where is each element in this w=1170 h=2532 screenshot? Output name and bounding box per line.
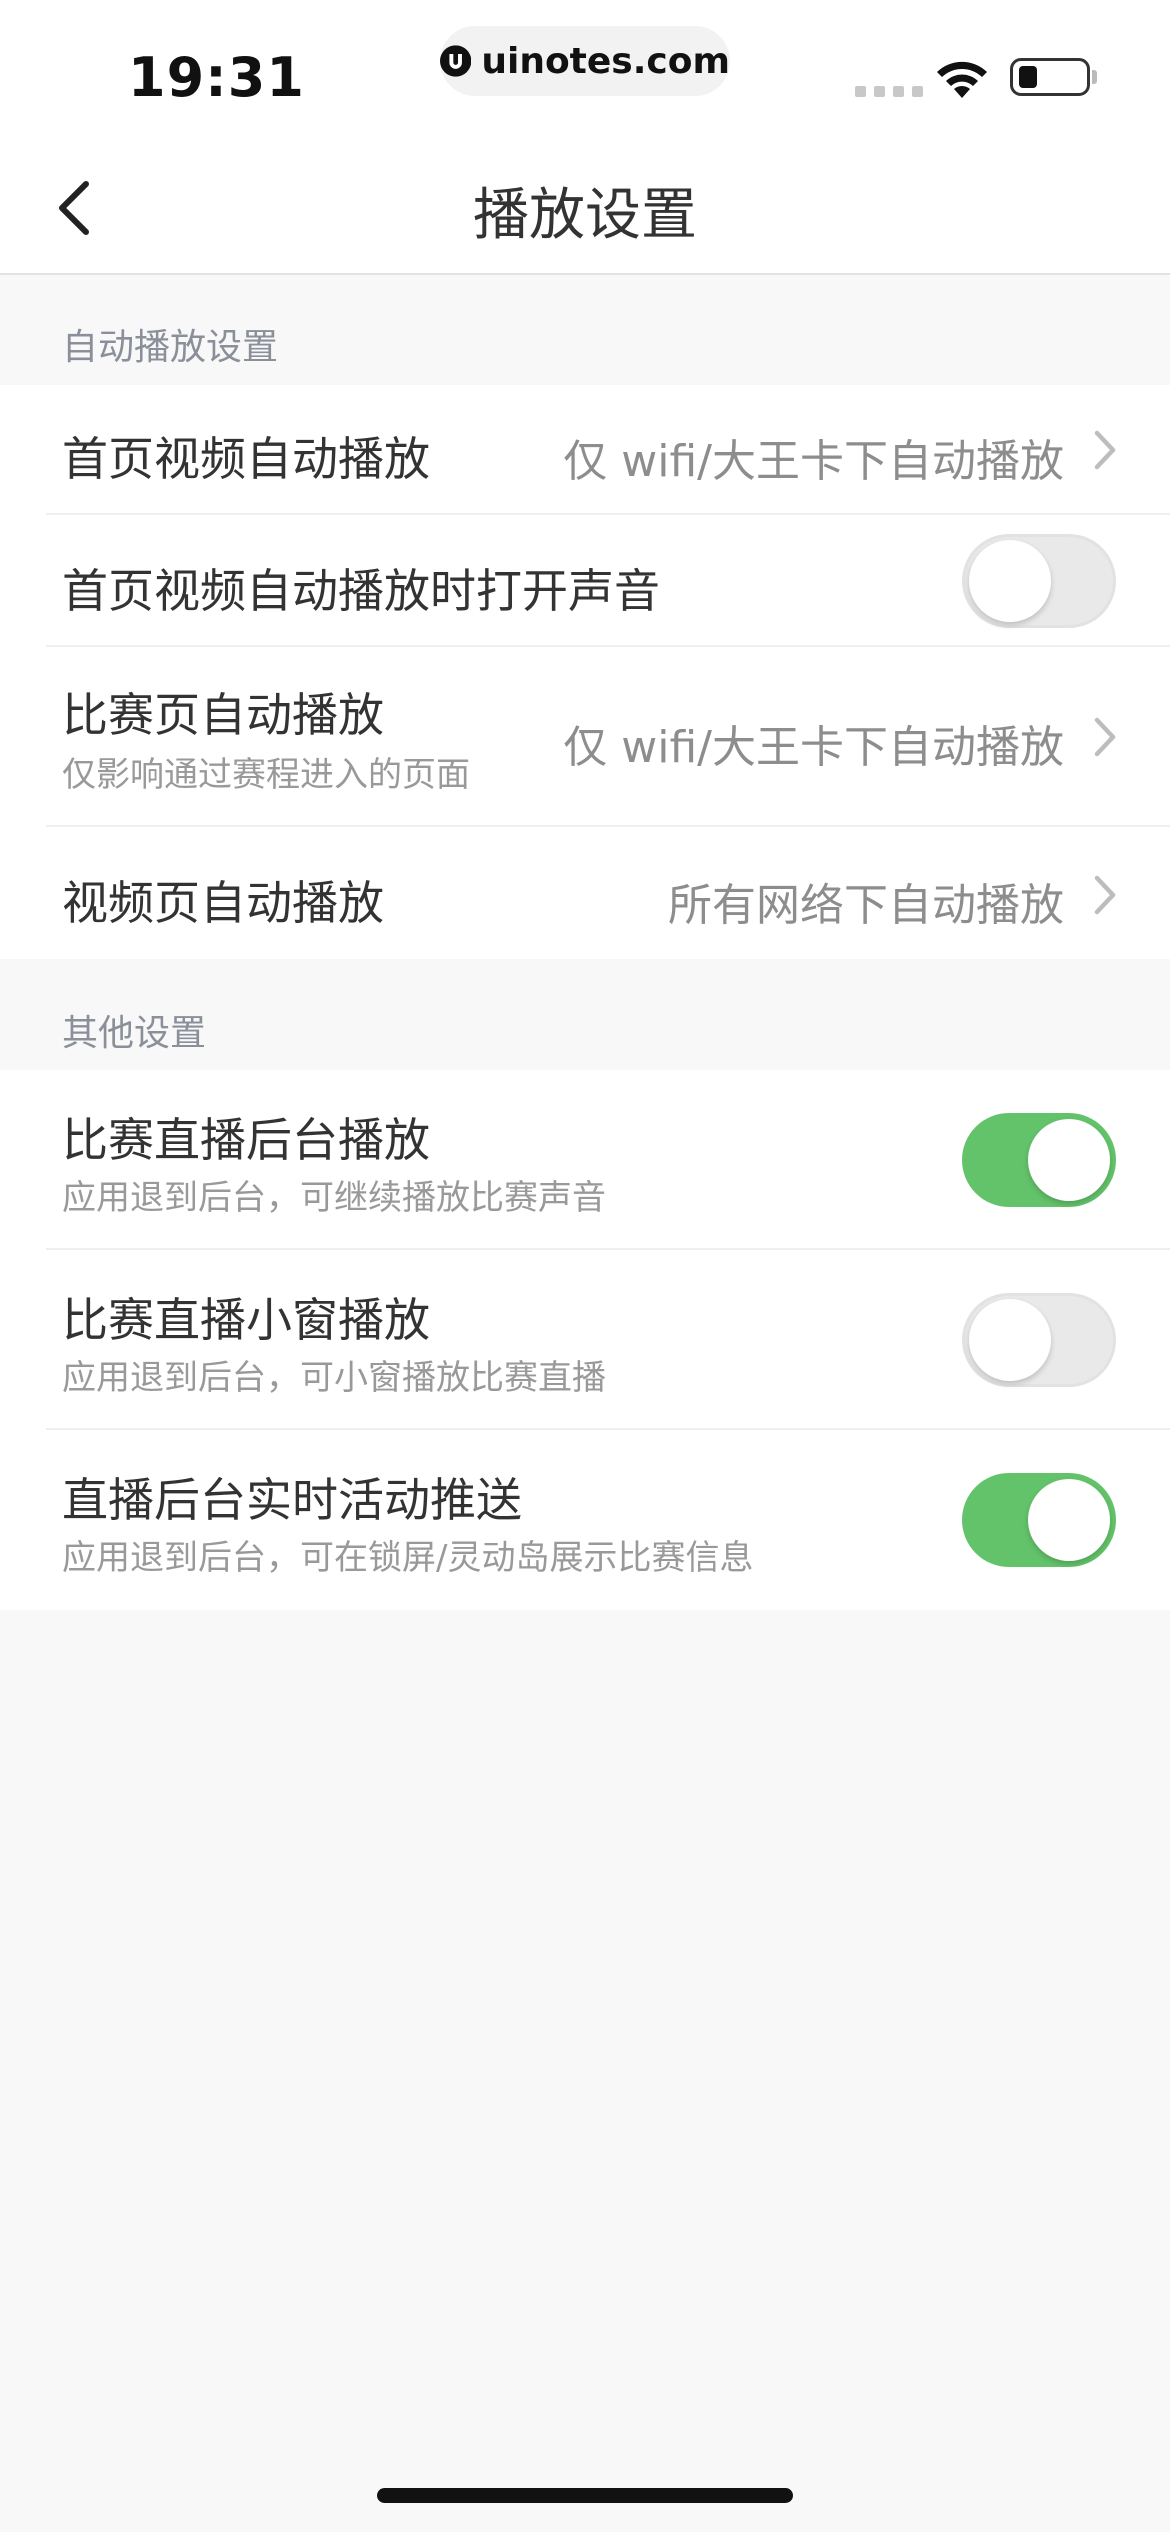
- row-title: 首页视频自动播放时打开声音: [62, 564, 660, 618]
- chevron-right-icon: [1094, 430, 1116, 470]
- uinotes-logo-icon: [440, 45, 472, 77]
- background-play-toggle[interactable]: [962, 1113, 1116, 1207]
- setting-row-live-pip-play: 比赛直播小窗播放 应用退到后台，可小窗播放比赛直播: [0, 1250, 1170, 1430]
- url-text: uinotes.com: [481, 40, 730, 82]
- row-title: 首页视频自动播放: [62, 432, 430, 486]
- row-value: 仅 wifi/大王卡下自动播放: [563, 436, 1064, 487]
- page-title: 播放设置: [473, 183, 697, 248]
- home-indicator[interactable]: [377, 2488, 793, 2503]
- section-header-other: 其他设置: [62, 1013, 207, 1054]
- wifi-icon: [937, 61, 987, 98]
- url-pill[interactable]: uinotes.com: [440, 26, 730, 96]
- row-value: 所有网络下自动播放: [668, 880, 1064, 931]
- chevron-right-icon: [1094, 717, 1116, 757]
- status-bar: 19:31 uinotes.com: [0, 0, 1170, 140]
- battery-icon: [1010, 58, 1090, 96]
- setting-row-home-video-autoplay[interactable]: 首页视频自动播放 仅 wifi/大王卡下自动播放: [0, 385, 1170, 515]
- setting-row-live-activity-push: 直播后台实时活动推送 应用退到后台，可在锁屏/灵动岛展示比赛信息: [0, 1430, 1170, 1610]
- nav-bar: 播放设置: [0, 140, 1170, 275]
- row-value: 仅 wifi/大王卡下自动播放: [563, 722, 1064, 773]
- setting-row-home-video-sound: 首页视频自动播放时打开声音: [0, 515, 1170, 647]
- chevron-right-icon: [1094, 875, 1116, 915]
- status-time: 19:31: [128, 46, 305, 109]
- setting-row-match-page-autoplay[interactable]: 比赛页自动播放 仅影响通过赛程进入的页面 仅 wifi/大王卡下自动播放: [0, 647, 1170, 827]
- row-title: 比赛页自动播放: [62, 688, 384, 742]
- row-title: 视频页自动播放: [62, 876, 384, 930]
- live-activity-toggle[interactable]: [962, 1473, 1116, 1567]
- row-subtitle: 应用退到后台，可在锁屏/灵动岛展示比赛信息: [62, 1538, 754, 1578]
- battery-nub: [1092, 70, 1097, 84]
- setting-row-video-page-autoplay[interactable]: 视频页自动播放 所有网络下自动播放: [0, 827, 1170, 959]
- row-subtitle: 仅影响通过赛程进入的页面: [62, 755, 470, 795]
- settings-group-other: 比赛直播后台播放 应用退到后台，可继续播放比赛声音 比赛直播小窗播放 应用退到后…: [0, 1070, 1170, 1610]
- row-title: 比赛直播小窗播放: [62, 1293, 430, 1347]
- row-title: 比赛直播后台播放: [62, 1113, 430, 1167]
- row-title: 直播后台实时活动推送: [62, 1473, 522, 1527]
- settings-group-autoplay: 首页视频自动播放 仅 wifi/大王卡下自动播放 首页视频自动播放时打开声音 比…: [0, 385, 1170, 959]
- cellular-signal-icon: [855, 86, 923, 97]
- pip-play-toggle[interactable]: [962, 1293, 1116, 1387]
- sound-toggle[interactable]: [962, 534, 1116, 628]
- row-subtitle: 应用退到后台，可小窗播放比赛直播: [62, 1358, 606, 1398]
- setting-row-live-background-play: 比赛直播后台播放 应用退到后台，可继续播放比赛声音: [0, 1070, 1170, 1250]
- section-header-autoplay: 自动播放设置: [62, 327, 279, 368]
- row-subtitle: 应用退到后台，可继续播放比赛声音: [62, 1178, 606, 1218]
